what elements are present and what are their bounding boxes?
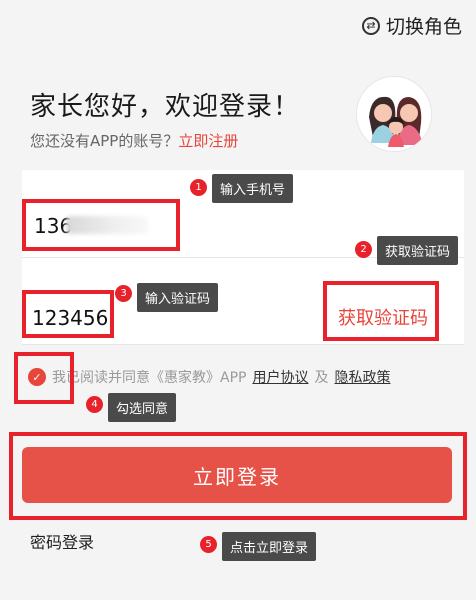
agreement-row: ✓ 我已阅读并同意《惠家教》APP 用户协议 及 隐私政策 (28, 367, 390, 387)
highlight-login (9, 432, 467, 520)
highlight-get-code (323, 281, 439, 341)
step-tip-3: 输入验证码 (137, 283, 219, 312)
step-badge-1: 1 (190, 179, 207, 196)
step-badge-4: 4 (86, 396, 103, 413)
agreement-text: 我已阅读并同意《惠家教》APP (52, 370, 247, 386)
highlight-agree (14, 352, 74, 404)
step-tip-4: 勾选同意 (108, 393, 177, 422)
highlight-code (22, 290, 114, 338)
step-tip-1: 输入手机号 (212, 174, 294, 203)
switch-role-label: 切换角色 (385, 16, 462, 38)
privacy-policy-link[interactable]: 隐私政策 (334, 367, 390, 387)
step-badge-2: 2 (355, 241, 372, 258)
step-tip-2: 获取验证码 (377, 236, 459, 265)
agreement-and: 及 (314, 370, 329, 386)
signup-link[interactable]: 立即注册 (178, 132, 238, 150)
family-avatar-icon (356, 76, 432, 152)
password-login-link[interactable]: 密码登录 (30, 529, 94, 553)
signup-prompt: 您还没有APP的账号？立即注册 (30, 130, 238, 151)
signup-prompt-text: 您还没有APP的账号？ (30, 132, 179, 150)
switch-role-icon: ⇄ (361, 16, 380, 35)
step-tip-5: 点击立即登录 (222, 532, 317, 561)
user-agreement-link[interactable]: 用户协议 (252, 367, 308, 387)
code-divider (22, 344, 464, 345)
switch-role-button[interactable]: ⇄ 切换角色 (361, 12, 462, 39)
highlight-phone (22, 199, 180, 251)
page-title: 家长您好，欢迎登录！ (30, 92, 301, 122)
step-badge-3: 3 (115, 285, 132, 302)
step-badge-5: 5 (200, 536, 217, 553)
